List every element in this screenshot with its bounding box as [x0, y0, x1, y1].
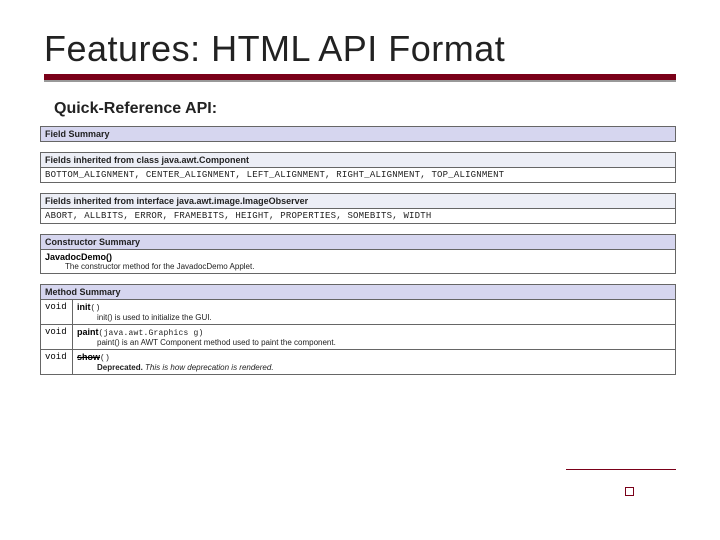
- method-summary-heading: Method Summary: [41, 285, 676, 300]
- constructor-summary-heading: Constructor Summary: [41, 235, 676, 250]
- method-return: void: [41, 325, 73, 350]
- method-row: void init() init() is used to initialize…: [41, 300, 676, 325]
- method-desc: init() is used to initialize the GUI.: [77, 313, 671, 322]
- method-sig: (): [100, 354, 110, 363]
- subheading: Quick-Reference API:: [54, 100, 676, 118]
- method-desc: Deprecated. This is how deprecation is r…: [77, 363, 671, 372]
- constructor-summary-table: Constructor Summary JavadocDemo() The co…: [40, 234, 676, 274]
- constructor-signature: JavadocDemo(): [45, 252, 112, 262]
- constructor-row: JavadocDemo() The constructor method for…: [41, 250, 676, 274]
- inherited-component-label: Fields inherited from class java.awt.Com…: [41, 153, 676, 168]
- field-summary-heading: Field Summary: [41, 127, 676, 142]
- method-cell: init() init() is used to initialize the …: [73, 300, 676, 325]
- slide-title: Features: HTML API Format: [44, 28, 676, 70]
- constructor-description: The constructor method for the JavadocDe…: [45, 262, 671, 271]
- method-return: void: [41, 350, 73, 375]
- method-return: void: [41, 300, 73, 325]
- method-sig: (java.awt.Graphics g): [99, 329, 204, 338]
- method-cell: show() Deprecated. This is how deprecati…: [73, 350, 676, 375]
- method-summary-table: Method Summary void init() init() is use…: [40, 284, 676, 375]
- method-desc: paint() is an AWT Component method used …: [77, 338, 671, 347]
- footer-rule: [566, 469, 676, 470]
- footer-bullet-icon: [625, 487, 634, 496]
- method-row: void show() Deprecated. This is how depr…: [41, 350, 676, 375]
- method-sig: (): [91, 304, 101, 313]
- inherited-imageobserver-label: Fields inherited from interface java.awt…: [41, 194, 676, 209]
- method-row: void paint(java.awt.Graphics g) paint() …: [41, 325, 676, 350]
- field-summary-table: Field Summary: [40, 126, 676, 142]
- inherited-component-values: BOTTOM_ALIGNMENT, CENTER_ALIGNMENT, LEFT…: [41, 168, 676, 183]
- deprecated-note: This is how deprecation is rendered.: [145, 363, 274, 372]
- title-rule: [44, 74, 676, 84]
- fields-inherited-imageobserver: Fields inherited from interface java.awt…: [40, 193, 676, 224]
- api-doc-region: Field Summary Fields inherited from clas…: [40, 126, 676, 375]
- method-name: init: [77, 302, 91, 312]
- fields-inherited-component: Fields inherited from class java.awt.Com…: [40, 152, 676, 183]
- method-name: paint: [77, 327, 99, 337]
- inherited-imageobserver-values: ABORT, ALLBITS, ERROR, FRAMEBITS, HEIGHT…: [41, 209, 676, 224]
- method-name-deprecated: show: [77, 352, 100, 362]
- method-cell: paint(java.awt.Graphics g) paint() is an…: [73, 325, 676, 350]
- deprecated-prefix: Deprecated.: [97, 363, 145, 372]
